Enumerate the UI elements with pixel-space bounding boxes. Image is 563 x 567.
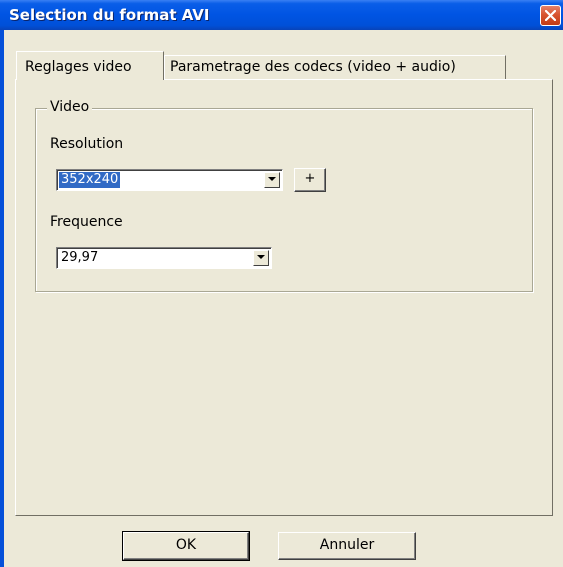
window-title: Selection du format AVI [9,6,210,24]
close-button[interactable] [540,5,561,26]
resolution-value: 352x240 [57,171,122,189]
frequence-value: 29,97 [61,250,99,265]
window-frame-left [0,30,4,567]
close-icon [545,10,556,21]
chevron-down-icon [268,177,276,181]
tab-label: Parametrage des codecs (video + audio) [170,59,456,75]
title-bar[interactable]: Selection du format AVI [0,0,563,30]
tab-label: Reglages video [25,59,132,75]
chevron-down-icon [257,255,265,259]
cancel-button[interactable]: Annuler [278,532,416,560]
ok-button[interactable]: OK [122,531,250,561]
resolution-dropdown-button[interactable] [264,172,280,188]
frequence-select[interactable]: 29,97 [56,247,272,269]
frequence-label: Frequence [50,214,123,230]
frequence-dropdown-button[interactable] [253,250,269,266]
tab-reglages-video[interactable]: Reglages video [16,51,164,80]
resolution-select[interactable]: 352x240 [56,169,283,191]
video-group-legend: Video [47,99,93,115]
add-resolution-button[interactable]: + [294,168,326,192]
resolution-label: Resolution [50,136,124,152]
tab-parametrage-codecs[interactable]: Parametrage des codecs (video + audio) [164,55,506,79]
